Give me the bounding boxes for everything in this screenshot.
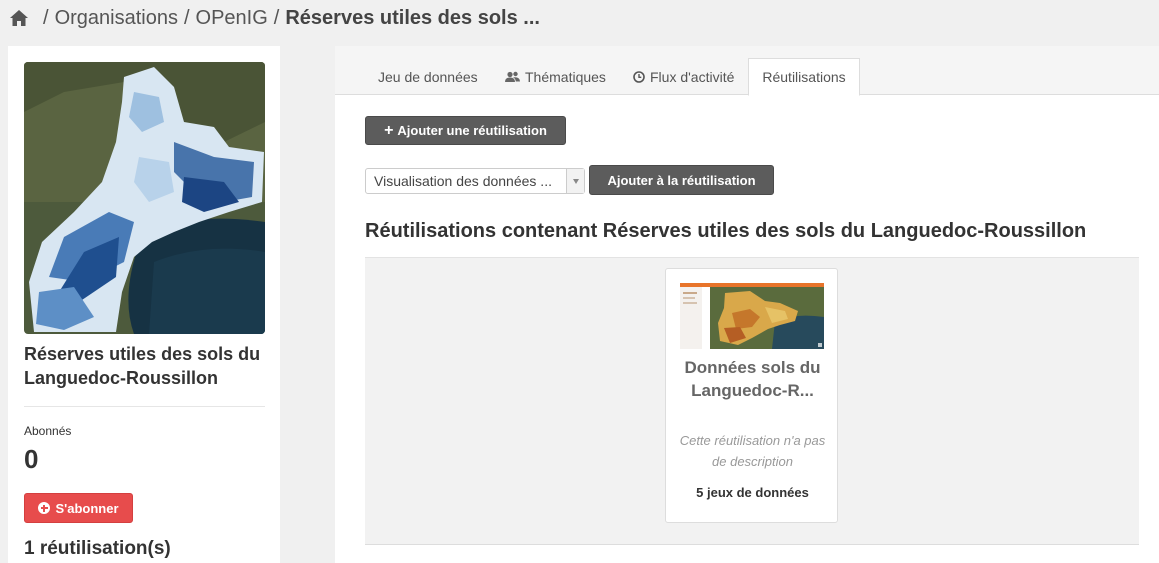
tab-label: Thématiques bbox=[525, 68, 606, 85]
home-icon[interactable] bbox=[9, 9, 29, 27]
users-icon bbox=[505, 71, 520, 83]
dataset-thumbnail bbox=[24, 62, 265, 334]
subscribe-label: S'abonner bbox=[55, 500, 119, 516]
reuse-card[interactable]: Données sols du Languedoc-R... Cette réu… bbox=[665, 268, 838, 523]
tab-label: Jeu de données bbox=[378, 68, 478, 85]
breadcrumb-separator: / bbox=[273, 6, 280, 29]
reuse-card-datasets: 5 jeux de données bbox=[696, 485, 809, 500]
followers-label: Abonnés bbox=[24, 424, 72, 438]
breadcrumb-separator: / bbox=[183, 6, 190, 29]
subscribe-button[interactable]: S'abonner bbox=[24, 493, 133, 523]
section-title: Réutilisations contenant Réserves utiles… bbox=[365, 220, 1087, 242]
tabs-bar: Jeu de données Thématiques Flux d'activi… bbox=[335, 46, 1159, 96]
breadcrumb: / Organisations / OPenIG / Réserves util… bbox=[9, 6, 540, 30]
breadcrumb-separator: / bbox=[43, 6, 49, 29]
reuse-card-description: Cette réutilisation n'a pas de descripti… bbox=[679, 433, 826, 469]
clock-icon bbox=[633, 70, 645, 83]
breadcrumb-organisations[interactable]: Organisations bbox=[55, 7, 178, 30]
tab-dataset[interactable]: Jeu de données bbox=[362, 58, 494, 95]
reuse-count: 1 réutilisation(s) bbox=[24, 538, 171, 559]
tab-label: Réutilisations bbox=[762, 69, 846, 85]
reuse-list: Données sols du Languedoc-R... Cette réu… bbox=[365, 257, 1139, 545]
tab-label: Flux d'activité bbox=[650, 68, 735, 85]
plus-icon: + bbox=[384, 121, 394, 139]
tab-reuses[interactable]: Réutilisations bbox=[748, 58, 860, 96]
tab-themes[interactable]: Thématiques bbox=[489, 58, 622, 95]
breadcrumb-current: Réserves utiles des sols ... bbox=[285, 6, 540, 29]
reuse-select[interactable]: Visualisation des données ... bbox=[365, 168, 585, 194]
add-reuse-label: Ajouter une réutilisation bbox=[397, 123, 547, 138]
add-to-reuse-button[interactable]: Ajouter à la réutilisation bbox=[589, 165, 774, 195]
reuse-thumbnail bbox=[680, 283, 824, 349]
sidebar-divider bbox=[24, 406, 265, 407]
chevron-down-icon[interactable] bbox=[566, 169, 584, 193]
breadcrumb-openig[interactable]: OPenIG bbox=[196, 7, 268, 30]
followers-count: 0 bbox=[24, 444, 39, 474]
main-panel: Jeu de données Thématiques Flux d'activi… bbox=[335, 46, 1159, 563]
reuse-select-value: Visualisation des données ... bbox=[374, 173, 552, 189]
dataset-sidebar: Réserves utiles des sols du Languedoc-Ro… bbox=[8, 46, 280, 563]
tab-activity[interactable]: Flux d'activité bbox=[617, 58, 750, 95]
reuse-card-title[interactable]: Données sols du Languedoc-R... bbox=[676, 356, 829, 402]
dataset-title: Réserves utiles des sols du Languedoc-Ro… bbox=[24, 344, 261, 388]
add-to-reuse-label: Ajouter à la réutilisation bbox=[607, 172, 756, 188]
add-reuse-button[interactable]: + Ajouter une réutilisation bbox=[365, 116, 566, 145]
plus-circle-icon bbox=[38, 502, 51, 514]
